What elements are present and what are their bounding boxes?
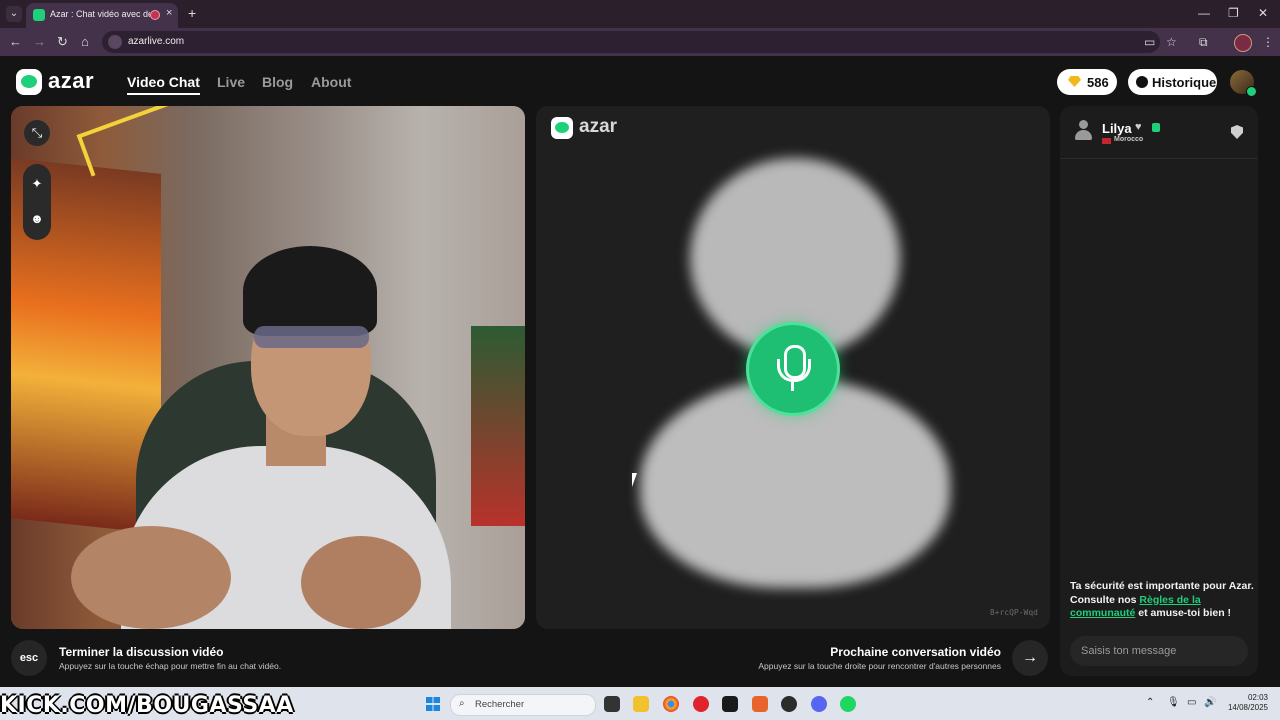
minimize-button[interactable]: — [1198, 6, 1210, 20]
tab-title: Azar : Chat vidéo avec de n [50, 9, 150, 19]
safety-notice: Ta sécurité est importante pour Azar. Co… [1070, 580, 1256, 621]
chat-header: Lilya ♥ Morocco [1060, 106, 1258, 159]
task-view-icon[interactable] [604, 696, 620, 712]
safety-text-end: et amuse-toi bien ! [1135, 607, 1232, 619]
partner-country: Morocco [1114, 136, 1144, 143]
microphone-icon [746, 322, 840, 416]
online-status-icon [1246, 86, 1257, 97]
reload-icon[interactable]: ↻ [57, 34, 68, 50]
effects-toolbar: ✦ ☻ [23, 164, 51, 240]
nav-blog[interactable]: Blog [262, 74, 293, 90]
app-icon[interactable] [752, 696, 768, 712]
mouse-cursor-icon [632, 473, 637, 487]
next-chat-button[interactable]: → [1012, 640, 1048, 676]
local-video-person-arm [71, 526, 231, 629]
browser-menu-icon[interactable]: ⋮ [1262, 35, 1274, 49]
chat-panel: Lilya ♥ Morocco Ta sécurité est importan… [1060, 106, 1258, 676]
nav-live[interactable]: Live [217, 74, 245, 90]
gem-icon [1068, 76, 1081, 87]
heart-icon[interactable]: ♥ [1135, 121, 1142, 133]
tray-microphone-icon[interactable]: 🎙 [1167, 697, 1180, 708]
local-video: ⤡ ✦ ☻ [11, 106, 525, 629]
end-chat-subtitle: Appuyez sur la touche échap pour mettre … [59, 661, 282, 671]
tray-chevron-icon[interactable]: ⌃ [1146, 697, 1154, 708]
recording-indicator-icon [150, 10, 160, 20]
end-chat-button[interactable]: esc [11, 640, 47, 676]
browser-toolbar: ← → ↻ ⌂ azarlive.com ▭ ☆ ⧉ ⋮ [0, 28, 1280, 56]
nav-about[interactable]: About [311, 74, 351, 90]
opera-icon[interactable] [693, 696, 709, 712]
minimize-video-icon[interactable]: ⤡ [24, 120, 50, 146]
next-chat-title: Prochaine conversation vidéo [830, 645, 1001, 659]
tab-close-icon[interactable]: × [166, 7, 172, 19]
clock-icon [1136, 76, 1148, 88]
browser-tab-bar: ⌄ Azar : Chat vidéo avec de n × + — ❐ ✕ [0, 0, 1280, 28]
local-video-person-glasses [254, 326, 369, 348]
sparkle-effects-icon[interactable]: ✦ [29, 176, 45, 192]
azar-site: azar Video Chat Live Blog About 586 Hist… [0, 56, 1280, 687]
history-button[interactable]: Historique [1128, 69, 1217, 95]
back-arrow-icon[interactable]: ← [9, 34, 22, 49]
address-bar[interactable]: azarlive.com [102, 31, 1160, 53]
azar-watermark-icon [551, 117, 573, 139]
morocco-flag-icon [1102, 138, 1111, 144]
peer-id: 8+rcQP-Wqd [989, 608, 1038, 617]
taskbar-time: 02:03 [1247, 693, 1268, 702]
user-icon [1074, 120, 1092, 142]
taskbar-search[interactable]: ⌕ Rechercher [450, 694, 596, 716]
search-icon: ⌕ [459, 698, 465, 709]
restore-button[interactable]: ❐ [1228, 6, 1239, 20]
taskbar-search-placeholder: Rechercher [475, 699, 525, 710]
local-video-flag [471, 326, 525, 526]
partner-name[interactable]: Lilya [1102, 121, 1132, 136]
history-label: Historique [1152, 75, 1217, 90]
windows-start-icon[interactable] [426, 697, 440, 711]
network-icon[interactable]: ▭ [1187, 697, 1196, 708]
browser-tab[interactable]: Azar : Chat vidéo avec de n × [26, 3, 178, 28]
bookmark-star-icon[interactable]: ☆ [1166, 35, 1177, 49]
taskbar-date: 14/08/2025 [1227, 703, 1268, 712]
file-explorer-icon[interactable] [633, 696, 649, 712]
report-shield-icon[interactable] [1231, 125, 1243, 139]
url-text[interactable]: azarlive.com [128, 36, 184, 47]
nav-video-chat[interactable]: Video Chat [127, 74, 200, 95]
chrome-icon[interactable] [663, 696, 679, 712]
local-video-person-arm [301, 536, 421, 629]
next-chat-subtitle: Appuyez sur la touche droite pour rencon… [758, 661, 1001, 671]
gems-count: 586 [1087, 75, 1109, 90]
verified-badge-icon [1152, 123, 1160, 132]
end-chat-title: Terminer la discussion vidéo [59, 645, 224, 659]
window-close-button[interactable]: ✕ [1258, 6, 1268, 20]
home-icon[interactable]: ⌂ [81, 34, 89, 49]
gems-button[interactable]: 586 [1057, 69, 1117, 95]
message-input[interactable] [1070, 636, 1248, 666]
local-video-person-beanie [243, 246, 377, 336]
azar-favicon-icon [33, 9, 45, 21]
azar-logo-text[interactable]: azar [48, 68, 94, 94]
remote-video: azar 8+rcQP-Wqd [536, 106, 1050, 629]
tab-search-chevron-icon[interactable]: ⌄ [6, 6, 22, 22]
cast-icon[interactable]: ▭ [1144, 35, 1155, 49]
volume-icon[interactable]: 🔊 [1204, 697, 1216, 708]
obs-icon[interactable] [781, 696, 797, 712]
forward-arrow-icon[interactable]: → [33, 34, 46, 49]
discord-icon[interactable] [811, 696, 827, 712]
face-mask-icon[interactable]: ☻ [29, 211, 45, 227]
profile-avatar-icon[interactable] [1234, 34, 1252, 52]
stream-overlay-text: KICK.COM/BOUGASSAA [0, 693, 294, 718]
taskbar-clock[interactable]: 02:03 14/08/2025 [1226, 693, 1268, 713]
extensions-icon[interactable]: ⧉ [1199, 35, 1208, 50]
site-info-icon[interactable] [108, 35, 122, 49]
azar-logo-icon[interactable] [16, 69, 42, 95]
azar-watermark-text: azar [579, 116, 618, 137]
spotify-icon[interactable] [840, 696, 856, 712]
new-tab-button[interactable]: + [188, 5, 196, 21]
terminal-icon[interactable] [722, 696, 738, 712]
